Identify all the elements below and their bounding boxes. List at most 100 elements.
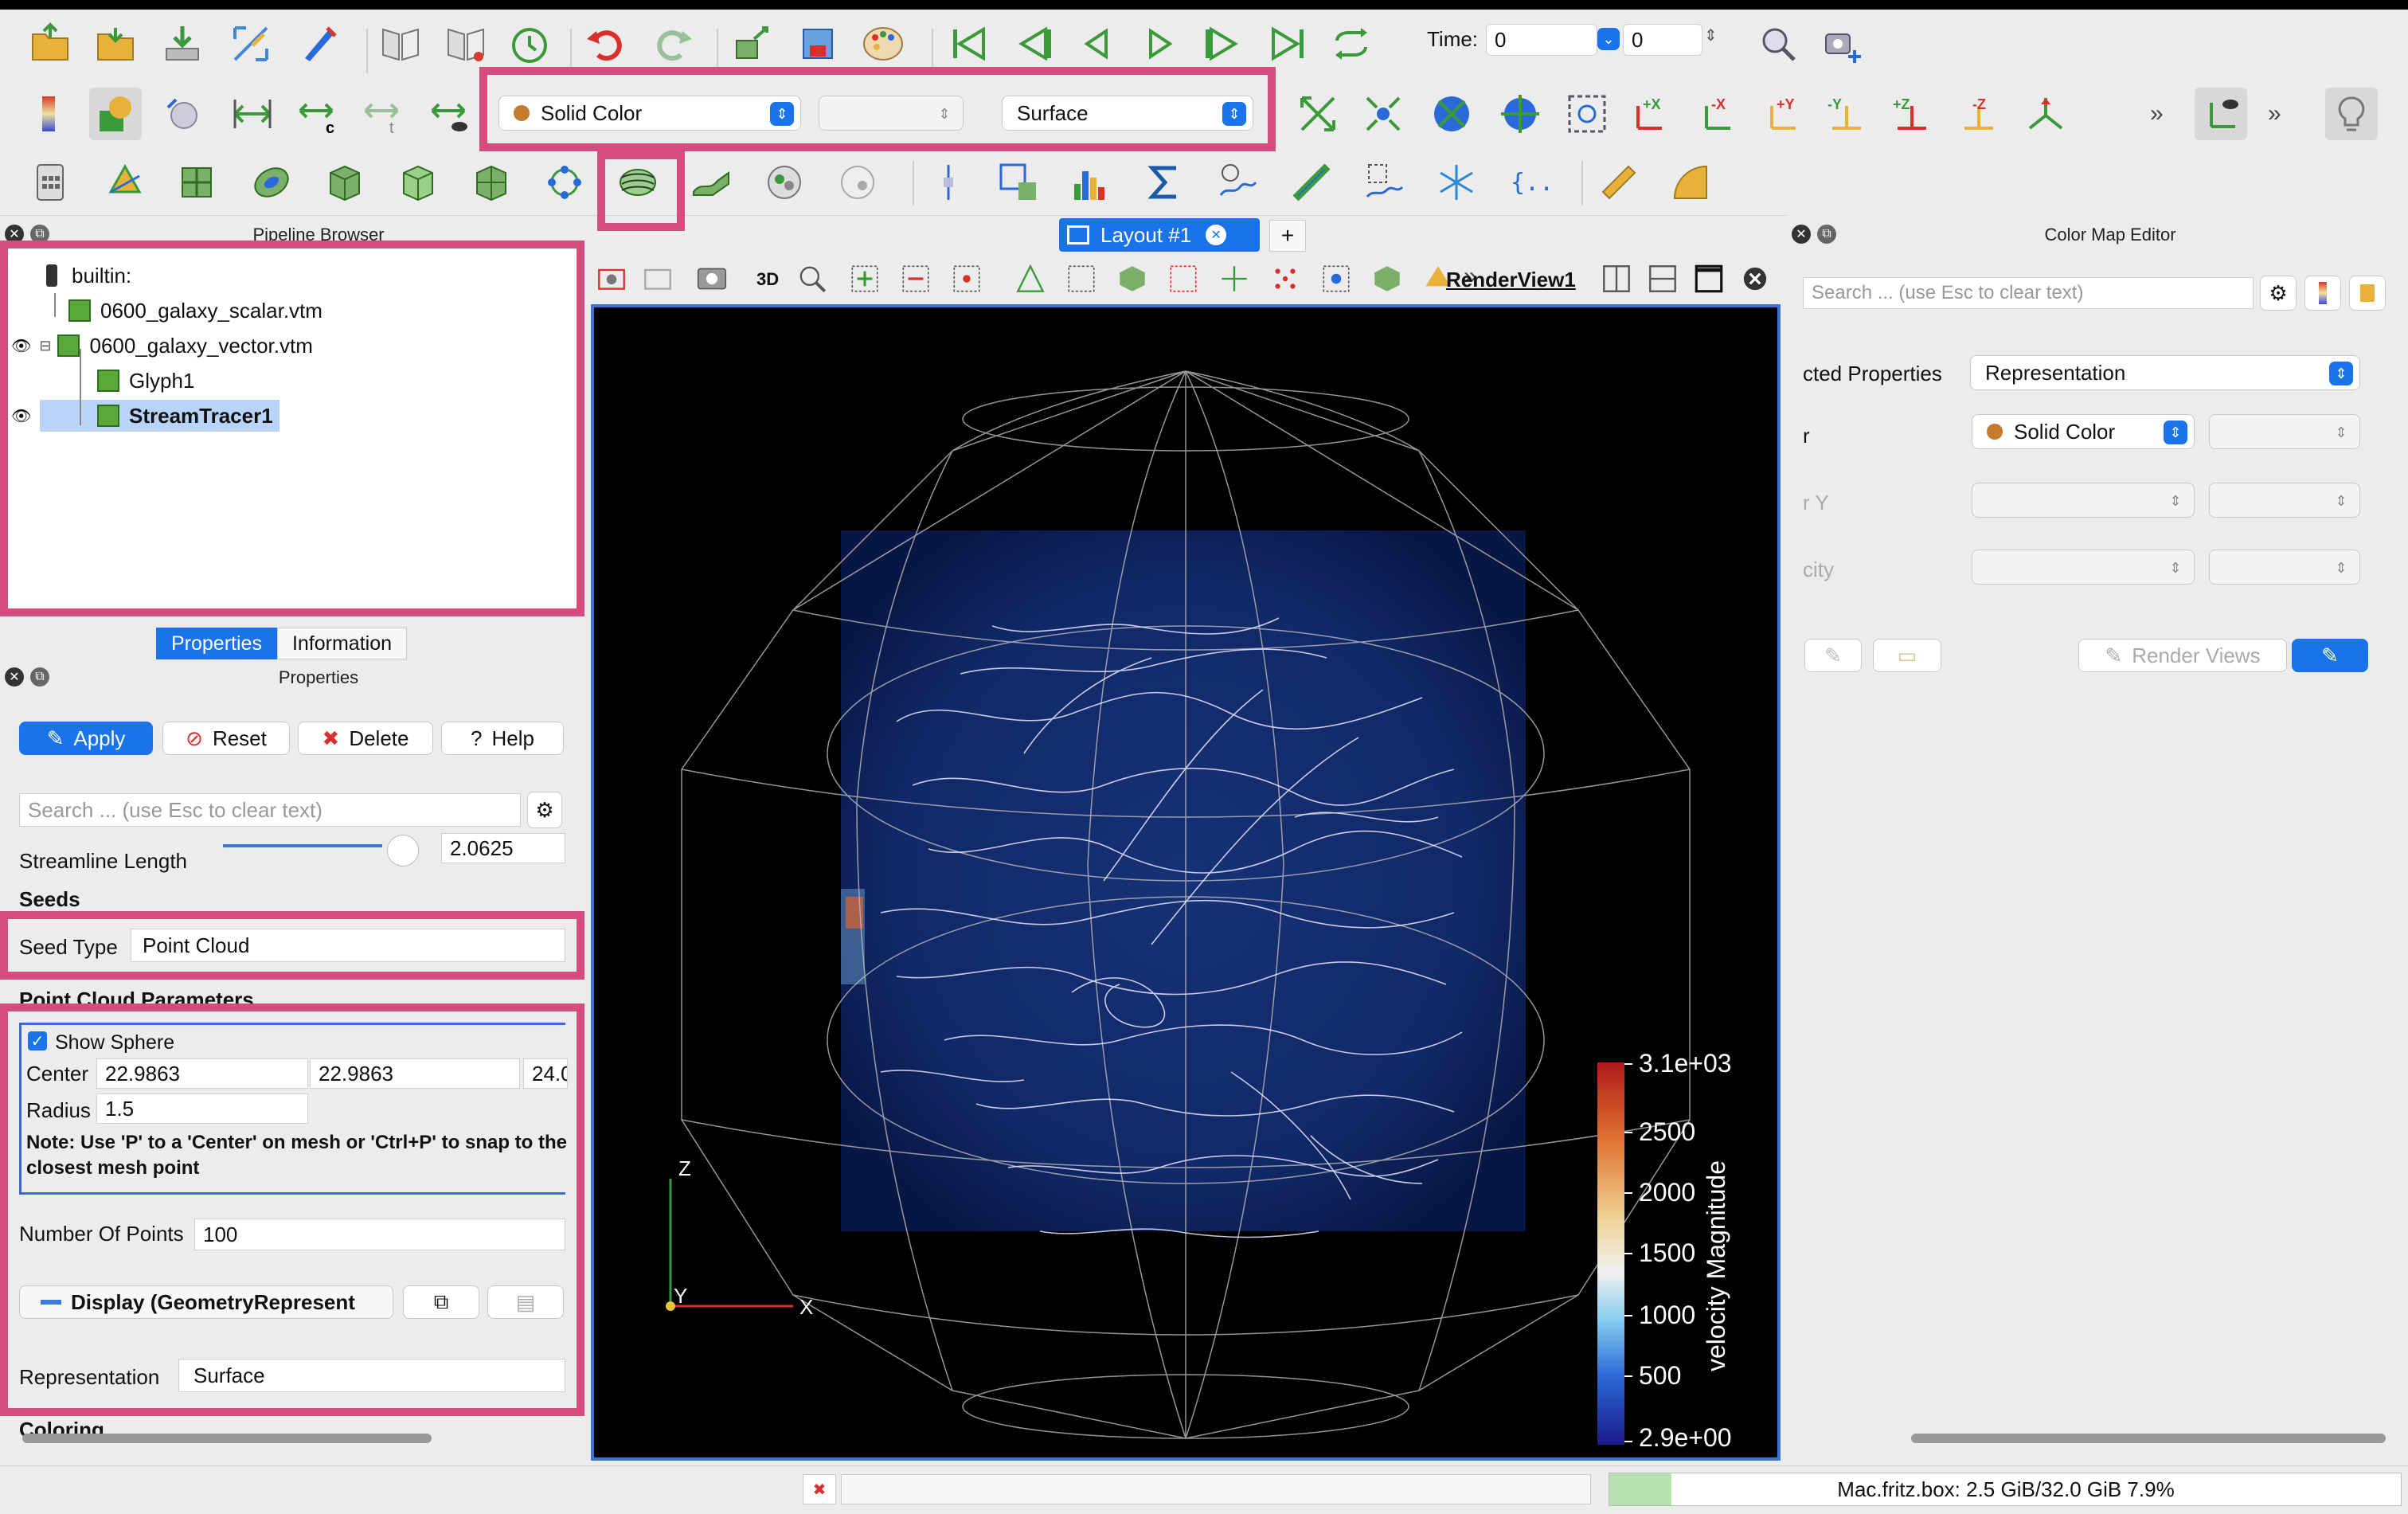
next-frame-icon[interactable]: [1198, 18, 1250, 70]
redo-icon[interactable]: [647, 18, 699, 70]
apply-button[interactable]: ✎ Apply: [19, 722, 153, 755]
maximize-view-icon[interactable]: [1691, 261, 1726, 296]
extract-subset-icon[interactable]: [392, 156, 444, 209]
pipeline-item-glyph[interactable]: Glyph1: [97, 365, 194, 397]
close-colormap-icon[interactable]: ✕: [1792, 225, 1811, 244]
calculator-icon[interactable]: [24, 156, 76, 209]
histogram-icon[interactable]: [1064, 156, 1116, 209]
properties-horizontal-scrollbar[interactable]: [22, 1434, 432, 1443]
undock-colormap-icon[interactable]: ⧉: [1817, 225, 1836, 244]
isometric-view-icon[interactable]: [2019, 88, 2072, 140]
select-polygon-icon[interactable]: [1013, 261, 1048, 296]
render-view[interactable]: Z Y X 3.1e+03 2500 2000 1500 1000 500 2.…: [591, 304, 1781, 1461]
center-x-field[interactable]: 22.9863: [96, 1058, 308, 1089]
select-block-icon[interactable]: [1064, 261, 1099, 296]
sum-icon[interactable]: [1139, 156, 1191, 209]
colormap-search-input[interactable]: Search ... (use Esc to clear text): [1803, 277, 2254, 309]
find-data-icon[interactable]: [293, 18, 346, 70]
center-z-field[interactable]: 24.0: [523, 1058, 568, 1089]
colormap-apply-button[interactable]: ✎: [2292, 639, 2368, 672]
colormap-save-icon[interactable]: ✎: [1804, 639, 1862, 672]
close-pipeline-icon[interactable]: ✕: [5, 225, 24, 244]
pipeline-item-vector[interactable]: 👁 ⊟ 0600_galaxy_vector.vtm: [11, 330, 313, 362]
paste-properties-icon[interactable]: ▤: [487, 1285, 564, 1319]
zoom-box-select-icon[interactable]: [1561, 88, 1613, 140]
reset-session-icon[interactable]: [225, 18, 277, 70]
pipeline-item-streamtracer[interactable]: StreamTracer1: [40, 400, 280, 432]
last-frame-icon[interactable]: [1261, 18, 1314, 70]
interactive-select-icon[interactable]: [1115, 261, 1150, 296]
screenshot-icon[interactable]: [694, 261, 729, 296]
zoom-to-data-icon[interactable]: [1752, 18, 1804, 70]
time-dropdown[interactable]: ⌄: [1597, 24, 1620, 56]
capture-view-icon[interactable]: [594, 261, 629, 296]
copy-properties-icon[interactable]: ⧉: [403, 1285, 479, 1319]
color-by-dropdown[interactable]: Solid Color ⇕: [498, 96, 801, 131]
select-points-through-icon[interactable]: [949, 261, 984, 296]
shrink-selection-icon[interactable]: [1268, 261, 1303, 296]
lightbulb-icon[interactable]: [2325, 88, 2378, 140]
save-data-icon[interactable]: [156, 18, 209, 70]
extract-level-icon[interactable]: [831, 156, 884, 209]
zoom-to-box-icon[interactable]: [1494, 88, 1546, 140]
colormap-row2-dropdown[interactable]: ⇕: [1972, 483, 2195, 518]
group-datasets-icon[interactable]: [758, 156, 811, 209]
colormap-row3-component[interactable]: ⇕: [2209, 550, 2360, 585]
colormap-gear-icon[interactable]: ⚙: [2260, 276, 2297, 311]
undock-pipeline-icon[interactable]: ⧉: [30, 225, 49, 244]
plot-over-time-icon[interactable]: [1212, 156, 1265, 209]
split-horizontal-icon[interactable]: [1599, 261, 1634, 296]
timer-icon[interactable]: [503, 18, 556, 70]
colormap-legend-icon[interactable]: [2304, 276, 2341, 311]
threshold-icon[interactable]: [319, 156, 371, 209]
edit-selection-icon[interactable]: [1370, 261, 1405, 296]
plot-data-icon[interactable]: [1285, 156, 1338, 209]
select-cells-on-icon[interactable]: [898, 261, 933, 296]
eye-visible-icon[interactable]: 👁: [11, 336, 31, 356]
probe-line-icon[interactable]: [922, 156, 975, 209]
contour-icon[interactable]: [99, 156, 151, 209]
select-points-on-icon[interactable]: [847, 261, 882, 296]
colormap-edit-icon[interactable]: [2349, 276, 2386, 311]
colormap-row2-component[interactable]: ⇕: [2209, 483, 2360, 518]
layout-tab[interactable]: Layout #1 ✕: [1059, 218, 1260, 252]
view-minus-y-icon[interactable]: -Y: [1820, 88, 1873, 140]
streamline-slider-track[interactable]: [223, 844, 382, 847]
streamline-length-field[interactable]: 2.0625: [441, 833, 565, 863]
delete-button[interactable]: ✖ Delete: [298, 722, 433, 755]
colormap-row3-dropdown[interactable]: ⇕: [1972, 550, 2195, 585]
zoom-render-icon[interactable]: [795, 261, 830, 296]
reset-range-icon[interactable]: [156, 88, 209, 140]
clear-selection-icon[interactable]: [1319, 261, 1354, 296]
more-tools-icon[interactable]: »: [2150, 100, 2164, 127]
load-state-icon[interactable]: [374, 18, 427, 70]
open-folder-icon[interactable]: [24, 18, 76, 70]
slice-icon[interactable]: [245, 156, 298, 209]
properties-search-input[interactable]: Search ... (use Esc to clear text): [19, 793, 521, 827]
toggle-3d-button[interactable]: 3D: [756, 269, 779, 290]
undo-icon[interactable]: [580, 18, 632, 70]
close-view-icon[interactable]: [1738, 261, 1773, 296]
clip-icon[interactable]: [170, 156, 223, 209]
stream-tracer-icon[interactable]: [612, 156, 664, 209]
color-palette-icon[interactable]: [857, 18, 909, 70]
view-plus-x-icon[interactable]: +X: [1626, 88, 1679, 140]
time-value-field[interactable]: 0: [1486, 24, 1597, 56]
number-of-points-field[interactable]: 100: [194, 1219, 565, 1250]
render-view-name[interactable]: RenderView1: [1446, 268, 1576, 292]
close-layout-icon[interactable]: ✕: [1206, 225, 1227, 245]
collapse-icon[interactable]: ⊟: [39, 338, 51, 354]
rescale-custom-c-icon[interactable]: c: [291, 88, 344, 140]
colormap-color-dropdown[interactable]: Solid Color ⇕: [1972, 414, 2195, 449]
glyph-icon[interactable]: [465, 156, 518, 209]
protractor-icon[interactable]: [1664, 156, 1717, 209]
selected-properties-dropdown[interactable]: Representation ⇕: [1970, 355, 2360, 390]
representation-dropdown[interactable]: Surface ⇕: [1002, 96, 1253, 131]
status-close-icon[interactable]: ✖: [803, 1474, 836, 1504]
snowflake-icon[interactable]: [1430, 156, 1483, 209]
streamline-slider-handle[interactable]: [387, 835, 419, 867]
reset-camera-closest-icon[interactable]: [1357, 88, 1409, 140]
rescale-temporal-icon[interactable]: t: [357, 88, 409, 140]
add-layout-button[interactable]: +: [1269, 220, 1306, 252]
grow-selection-icon[interactable]: [1217, 261, 1252, 296]
